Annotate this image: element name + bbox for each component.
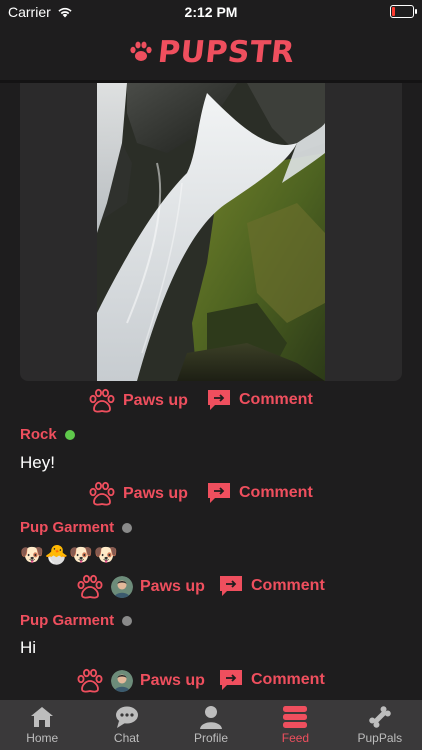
tab-profile[interactable]: Profile: [169, 700, 253, 750]
battery-level: [392, 7, 395, 16]
tab-label: PupPals: [357, 731, 403, 745]
author-name: Rock: [20, 426, 57, 443]
comment-label: Comment: [251, 577, 325, 594]
paws-up-button[interactable]: Paws up: [88, 388, 188, 414]
comment-icon: [220, 670, 242, 690]
message-actions: Paws up Comment: [0, 481, 422, 509]
reactor-avatar[interactable]: [111, 670, 133, 692]
tab-feed[interactable]: Feed: [253, 700, 337, 750]
photo-post-card: [20, 83, 402, 381]
online-status-dot: [64, 429, 75, 440]
chick-emoji: 🐣: [44, 545, 69, 566]
status-bar: Carrier 2:12 PM: [0, 0, 422, 24]
battery-icon: [390, 5, 417, 18]
emoji-message: 🐶 🐣 🐶 🐶: [20, 543, 118, 567]
message-actions: Paws up Comment: [0, 574, 422, 602]
paw-outline-icon: [89, 388, 115, 413]
comment-icon: [220, 576, 242, 596]
status-time: 2:12 PM: [184, 4, 238, 20]
message-author[interactable]: Rock: [20, 426, 75, 443]
paws-up-button[interactable]: Paws up: [88, 481, 188, 507]
tab-label: Profile: [194, 731, 229, 745]
message-actions: Paws up Comment: [0, 668, 422, 696]
app-header: PUPSTR: [0, 24, 422, 80]
feed-icon: [283, 706, 308, 728]
chat-bubble-icon: [115, 706, 138, 728]
message-author[interactable]: Pup Garment: [20, 519, 133, 536]
app-screen: Carrier 2:12 PM PUPSTR Paws up Comment R…: [0, 0, 422, 750]
paw-outline-icon: [89, 481, 115, 506]
tab-home[interactable]: Home: [0, 700, 84, 750]
paws-up-label: Paws up: [140, 578, 205, 595]
dog-emoji: 🐶: [20, 545, 44, 566]
photo-post-actions: Paws up Comment: [0, 388, 422, 416]
comment-button[interactable]: Comment: [218, 574, 325, 598]
comment-label: Comment: [251, 671, 325, 688]
comment-label: Comment: [239, 391, 313, 408]
paws-up-label: Paws up: [123, 392, 188, 409]
comment-button[interactable]: Comment: [206, 481, 313, 505]
message-text: Hey!: [20, 453, 55, 472]
comment-button[interactable]: Comment: [218, 668, 325, 692]
tab-puppals[interactable]: PupPals: [338, 700, 422, 750]
dog-emoji: 🐶: [69, 545, 94, 566]
tab-bar: Home Chat Profile Feed PupPals: [0, 700, 422, 750]
waterfall-photo[interactable]: [97, 83, 325, 381]
tab-label: Feed: [281, 731, 310, 745]
message-author[interactable]: Pup Garment: [20, 612, 133, 629]
author-name: Pup Garment: [20, 612, 115, 629]
pupstr-logo: PUPSTR: [128, 34, 297, 70]
paws-up-label: Paws up: [140, 672, 205, 689]
paws-up-button[interactable]: Paws up: [76, 668, 205, 694]
feed[interactable]: Paws up Comment Rock Hey! Paws up Commen…: [0, 83, 422, 700]
author-name: Pup Garment: [20, 519, 115, 536]
logo-text: PUPSTR: [155, 34, 297, 70]
paws-up-label: Paws up: [123, 485, 188, 502]
home-icon: [31, 707, 54, 727]
offline-status-dot: [122, 522, 133, 533]
comment-label: Comment: [239, 484, 313, 501]
tab-label: Home: [26, 731, 59, 745]
comment-icon: [208, 483, 230, 503]
dog-emoji: 🐶: [94, 545, 118, 566]
comment-button[interactable]: Comment: [206, 388, 313, 412]
profile-icon: [200, 706, 223, 729]
offline-status-dot: [122, 615, 133, 626]
paw-outline-icon: [77, 668, 103, 693]
tab-chat[interactable]: Chat: [84, 700, 168, 750]
reactor-avatar[interactable]: [111, 576, 133, 598]
bone-icon: [369, 706, 391, 728]
paw-icon: [130, 41, 152, 61]
comment-icon: [208, 390, 230, 410]
message-text: Hi: [20, 638, 37, 657]
paws-up-button[interactable]: Paws up: [76, 574, 205, 600]
paw-outline-icon: [77, 574, 103, 599]
tab-label: Chat: [113, 731, 140, 745]
